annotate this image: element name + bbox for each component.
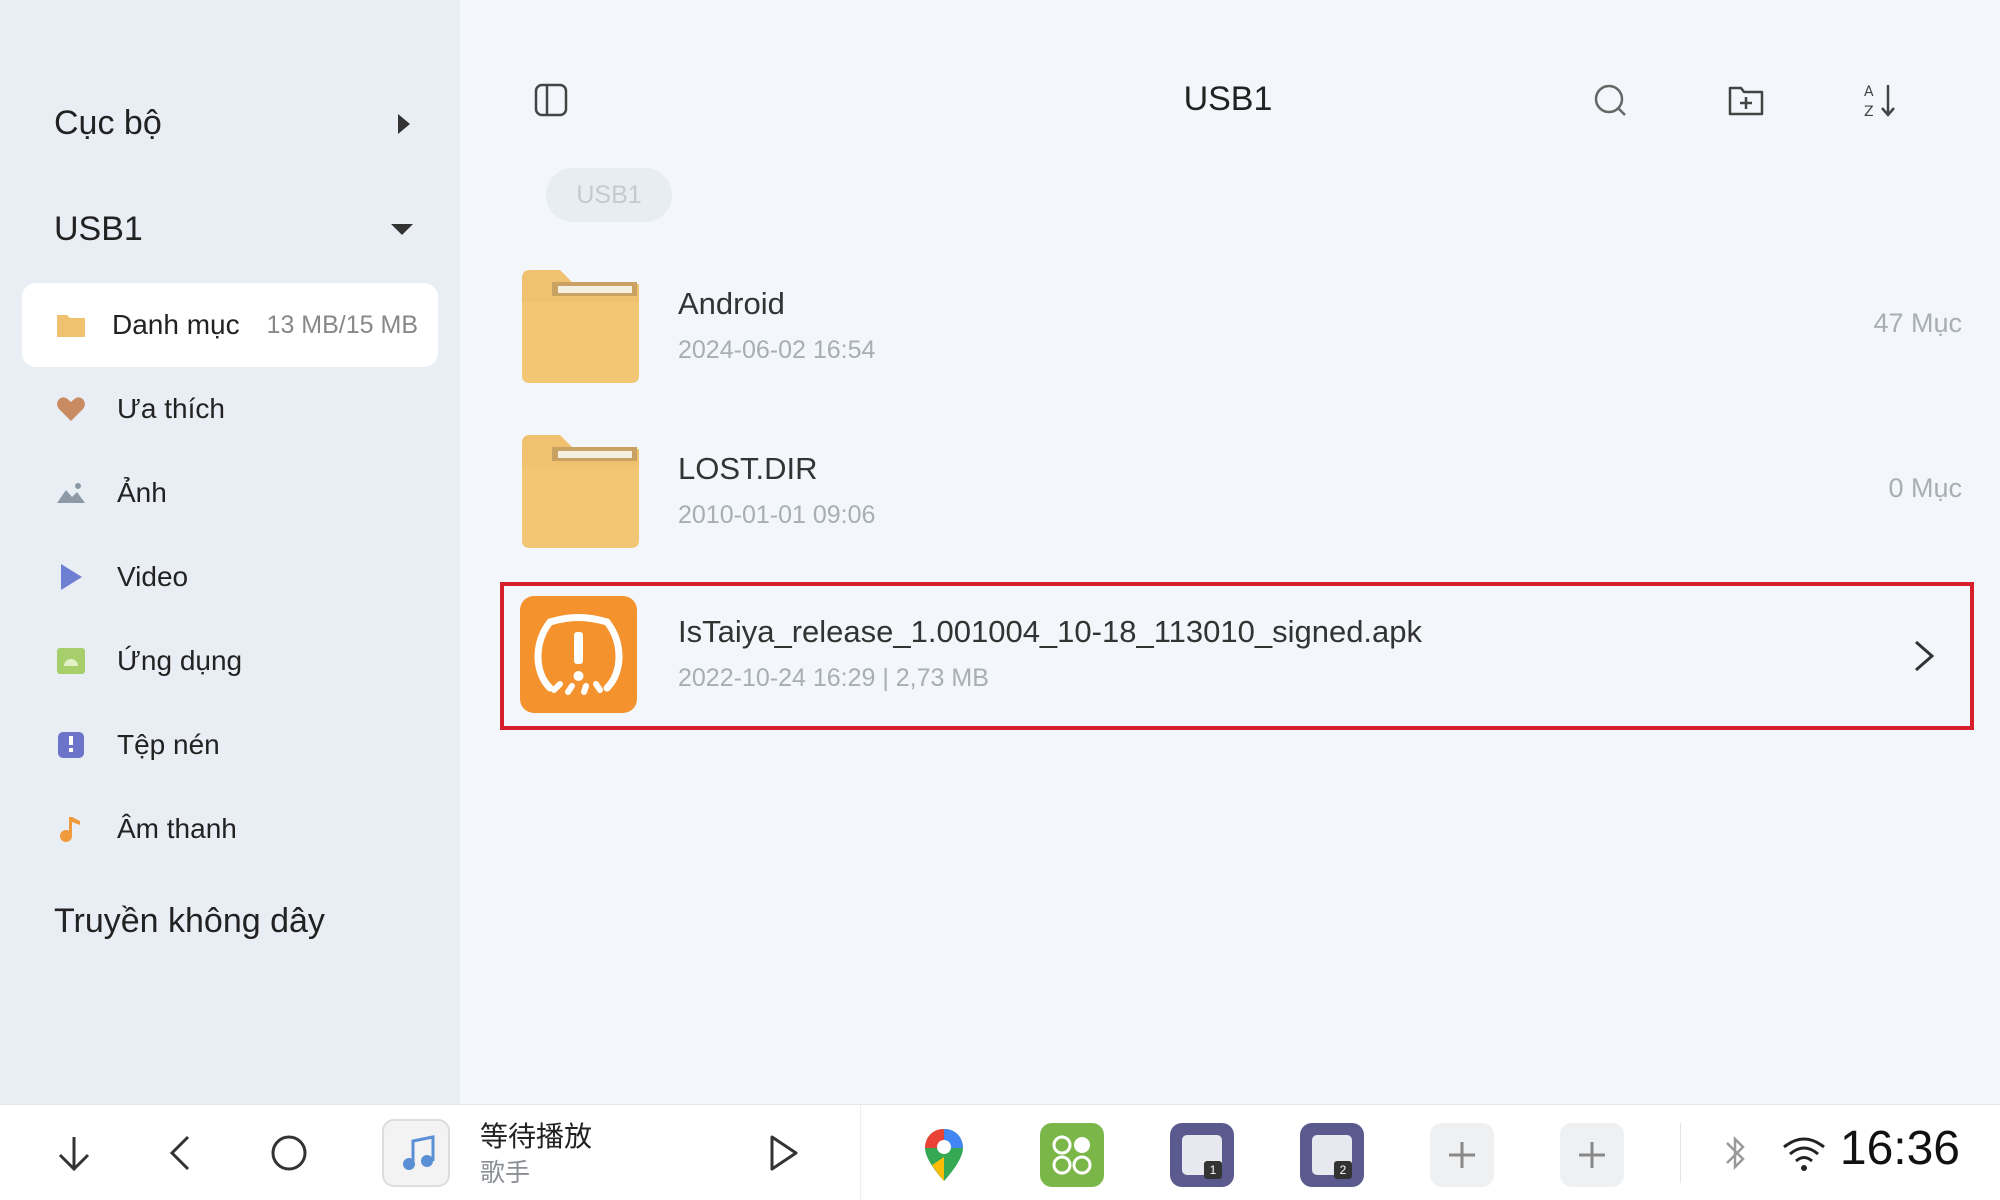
- section-wireless-transfer[interactable]: Truyền không dây: [54, 902, 325, 941]
- sidebar-item-images[interactable]: Ảnh: [22, 451, 438, 535]
- item-count: 0 Mục: [1888, 473, 1962, 503]
- music-artist: 歌手: [480, 1159, 531, 1187]
- section-local-label: Cục bộ: [54, 104, 162, 142]
- music-album-art[interactable]: [382, 1119, 450, 1187]
- breadcrumb[interactable]: USB1: [546, 168, 672, 222]
- folder-icon: [522, 435, 639, 548]
- svg-text:Z: Z: [1864, 104, 1874, 120]
- archive-icon: [58, 732, 84, 758]
- add-shortcut-button[interactable]: [1430, 1123, 1494, 1187]
- maps-app-icon[interactable]: [912, 1123, 976, 1187]
- item-count: 47 Mục: [1873, 308, 1962, 338]
- expand-arrow-icon[interactable]: [398, 114, 410, 134]
- sidebar-item-catalog[interactable]: Danh mục 13 MB/15 MB: [22, 283, 438, 367]
- folder-icon: [57, 315, 85, 337]
- storage-usage: 13 MB/15 MB: [266, 311, 418, 339]
- file-row-apk[interactable]: IsTaiya_release_1.001004_10-18_113010_si…: [500, 582, 1974, 730]
- app-launcher-icon[interactable]: [1040, 1123, 1104, 1187]
- image-icon: [57, 483, 85, 503]
- add-shortcut-button[interactable]: [1560, 1123, 1624, 1187]
- sidebar-item-label: Ảnh: [117, 477, 167, 508]
- file-name: LOST.DIR: [678, 451, 818, 486]
- sidebar-item-archives[interactable]: Tệp nén: [22, 703, 438, 787]
- section-usb1-label: USB1: [54, 210, 143, 248]
- sidebar-item-favorites[interactable]: Ưa thích: [22, 367, 438, 451]
- file-name: IsTaiya_release_1.001004_10-18_113010_si…: [678, 614, 1423, 649]
- section-wireless-label: Truyền không dây: [54, 902, 325, 940]
- sidebar-item-audio[interactable]: Âm thanh: [22, 787, 438, 871]
- sidebar-item-video[interactable]: Video: [22, 535, 438, 619]
- plus-icon: [1449, 1142, 1475, 1168]
- play-icon[interactable]: [758, 1129, 806, 1177]
- sidebar-item-label: Ứng dụng: [117, 645, 243, 676]
- play-icon: [61, 564, 82, 590]
- file-row-lost-dir[interactable]: LOST.DIR 2010-01-01 09:06 0 Mục: [502, 423, 1972, 563]
- wifi-icon[interactable]: [1780, 1129, 1828, 1177]
- sort-icon[interactable]: A Z: [1860, 80, 1900, 120]
- heart-icon: [57, 397, 85, 421]
- page-title: USB1: [1183, 80, 1273, 118]
- sidebar: Cục bộ USB1 Danh mục 13 MB/15 MB Ưa thíc…: [0, 0, 460, 1104]
- sidebar-item-label: Video: [117, 561, 189, 592]
- sidebar-item-label: Ưa thích: [117, 393, 225, 424]
- chevron-right-icon[interactable]: [1912, 638, 1936, 674]
- new-folder-icon[interactable]: [1726, 80, 1766, 120]
- section-local[interactable]: Cục bộ: [54, 104, 162, 143]
- split-screen-2-icon[interactable]: 2: [1300, 1123, 1364, 1187]
- folder-icon: [522, 270, 639, 383]
- back-icon[interactable]: [158, 1129, 206, 1177]
- split-screen-1-icon[interactable]: 1: [1170, 1123, 1234, 1187]
- file-name: Android: [678, 286, 785, 321]
- home-icon[interactable]: [265, 1129, 313, 1177]
- file-date: 2010-01-01 09:06: [678, 501, 876, 529]
- clock: 16:36: [1839, 1122, 1960, 1175]
- plus-icon: [1579, 1142, 1605, 1168]
- tire-pressure-warning-icon: [520, 596, 637, 713]
- breadcrumb-usb1: USB1: [576, 180, 642, 209]
- toggle-sidebar-icon[interactable]: [532, 80, 572, 120]
- section-usb1[interactable]: USB1: [54, 210, 143, 249]
- music-title: 等待播放: [480, 1121, 593, 1152]
- four-circles-icon: [1052, 1135, 1092, 1175]
- music-note-icon: [403, 1135, 435, 1170]
- arrow-down-icon[interactable]: [50, 1129, 98, 1177]
- bluetooth-icon[interactable]: [1710, 1129, 1760, 1177]
- file-meta: 2022-10-24 16:29 | 2,73 MB: [678, 664, 989, 692]
- divider: [1680, 1123, 1681, 1183]
- collapse-arrow-icon[interactable]: [391, 224, 413, 235]
- music-note-icon: [60, 817, 80, 842]
- system-bar: 等待播放 歌手 1 2 16:36: [0, 1104, 2000, 1200]
- sidebar-item-label: Âm thanh: [117, 813, 237, 844]
- svg-text:A: A: [1864, 84, 1874, 100]
- sidebar-item-label: Tệp nén: [117, 729, 220, 760]
- android-icon: [57, 648, 85, 674]
- sidebar-item-apps[interactable]: Ứng dụng: [22, 619, 438, 703]
- divider: [860, 1105, 861, 1200]
- file-row-android[interactable]: Android 2024-06-02 16:54 47 Mục: [502, 258, 1972, 398]
- sidebar-item-label: Danh mục: [112, 309, 240, 340]
- search-icon[interactable]: [1590, 80, 1630, 120]
- file-date: 2024-06-02 16:54: [678, 336, 876, 364]
